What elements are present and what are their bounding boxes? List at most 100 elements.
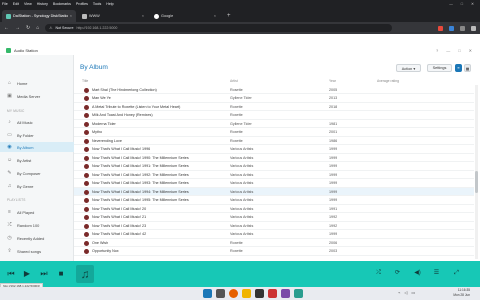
table-row[interactable]: Moderna Tider Gyllene Tider 1981: [74, 120, 474, 128]
table-row[interactable]: Now That's What I Call Music! 1995: The …: [74, 197, 474, 205]
menu-help[interactable]: Help: [106, 2, 113, 6]
sidebar-item-by-folder[interactable]: ▭ By Folder: [0, 130, 74, 140]
menu-profiles[interactable]: Profiles: [76, 2, 88, 6]
sidebar-item-home[interactable]: ⌂ Home: [0, 78, 74, 88]
table-row[interactable]: One Wish Roxette 2006: [74, 239, 474, 247]
close-app-icon[interactable]: ✕: [469, 48, 472, 53]
tab-google[interactable]: Google ×: [150, 10, 220, 22]
album-thumb-icon[interactable]: [84, 164, 89, 169]
column-header-rating[interactable]: Average rating: [377, 79, 399, 83]
action-button[interactable]: Action ▾: [396, 64, 421, 72]
help-icon[interactable]: ?: [436, 48, 438, 53]
menu-bookmarks[interactable]: Bookmarks: [53, 2, 71, 6]
table-row[interactable]: Now That's What I Call Music! 1996 Variou…: [74, 146, 474, 154]
fullscreen-icon[interactable]: ⤢: [452, 269, 461, 278]
settings-button[interactable]: Settings: [427, 64, 452, 72]
search-icon[interactable]: [216, 289, 225, 298]
shuffle-icon[interactable]: ⤮: [374, 269, 383, 278]
column-header-year[interactable]: Year: [329, 79, 336, 83]
sidebar-item-by-genre[interactable]: ♫ By Genre: [0, 181, 74, 191]
grid-view-icon[interactable]: ▦: [464, 64, 471, 72]
app-icon[interactable]: [268, 289, 277, 298]
terminal-icon[interactable]: [255, 289, 264, 298]
table-row[interactable]: Now That's What I Call Music! 1993: The …: [74, 180, 474, 188]
menu-tools[interactable]: Tools: [93, 2, 101, 6]
scrollbar-thumb[interactable]: [475, 171, 478, 193]
album-thumb-icon[interactable]: [84, 87, 89, 93]
album-thumb-icon[interactable]: [84, 249, 89, 254]
new-tab-button[interactable]: +: [222, 10, 236, 22]
firefox-icon[interactable]: [229, 289, 238, 298]
table-row[interactable]: Now That's What I Call Music! 21 Various …: [74, 214, 474, 222]
album-thumb-icon[interactable]: [84, 138, 89, 144]
volume-tray-icon[interactable]: ◁: [404, 290, 407, 295]
table-row[interactable]: Mytho Roxette 2001: [74, 129, 474, 137]
volume-icon[interactable]: ◀): [413, 269, 422, 278]
column-header-title[interactable]: Title: [82, 79, 88, 83]
minimize-icon[interactable]: —: [449, 2, 453, 6]
table-row[interactable]: Mart Shal (The Hindmerlong Collection) Ro…: [74, 86, 474, 94]
album-thumb-icon[interactable]: [84, 215, 89, 220]
sidebar-item-by-composer[interactable]: ✎ By Composer: [0, 168, 74, 178]
album-thumb-icon[interactable]: [84, 232, 89, 237]
album-thumb-icon[interactable]: [84, 240, 89, 246]
url-bar[interactable]: ⚠ Not Secure http://192.168.1.222:5000: [45, 24, 392, 32]
column-header-artist[interactable]: Artist: [230, 79, 238, 83]
sidebar-item-random-100[interactable]: ⤮ Random 100: [0, 220, 74, 230]
prev-icon[interactable]: ⏮: [6, 269, 16, 279]
sidebar-item-all-played[interactable]: ≡ All Played: [0, 207, 74, 217]
sidebar-item-media-server[interactable]: ▣ Media Server: [0, 91, 74, 101]
home-nav-icon[interactable]: ⌂: [36, 25, 39, 31]
network-icon[interactable]: ⌁: [398, 290, 400, 295]
table-row[interactable]: A Metal Tribute to Roxette (Listen to Yo…: [74, 103, 474, 111]
extension-icon[interactable]: [438, 25, 443, 31]
album-art-icon[interactable]: ♫: [76, 265, 94, 283]
files-icon[interactable]: [242, 289, 251, 298]
table-row[interactable]: Now That's What I Call Music! 1994: The …: [74, 188, 474, 196]
album-thumb-icon[interactable]: [84, 121, 89, 127]
list-view-icon[interactable]: ≡: [455, 64, 462, 72]
album-thumb-icon[interactable]: [84, 147, 89, 152]
album-thumb-icon[interactable]: [84, 189, 89, 195]
table-row[interactable]: Now That's What I Call Music! 1990: The …: [74, 154, 474, 162]
repeat-icon[interactable]: ⟳: [393, 269, 402, 278]
tab-synology[interactable]: DalStation - Synology DiskStation ×: [2, 10, 76, 22]
back-icon[interactable]: ←: [4, 25, 9, 31]
album-thumb-icon[interactable]: [84, 198, 89, 203]
close-window-icon[interactable]: ✕: [471, 2, 474, 6]
table-row[interactable]: Neverending Love Roxette 1986: [74, 137, 474, 145]
menu-file[interactable]: File: [2, 2, 8, 6]
close-tab-icon[interactable]: ×: [214, 14, 216, 18]
album-thumb-icon[interactable]: [84, 223, 89, 229]
table-row[interactable]: Now That's What I Call Music! 1992: The …: [74, 171, 474, 179]
forward-icon[interactable]: →: [15, 25, 20, 31]
album-thumb-icon[interactable]: [84, 206, 89, 212]
start-icon[interactable]: [203, 289, 212, 298]
battery-icon[interactable]: ▭: [412, 290, 416, 295]
stop-icon[interactable]: ■: [56, 269, 66, 279]
table-row[interactable]: Now That's What I Call Music! 1991: The …: [74, 163, 474, 171]
menu-history[interactable]: History: [37, 2, 48, 6]
extension-icon[interactable]: [460, 25, 465, 31]
table-row[interactable]: Now That's What I Call Music! 20 Various …: [74, 205, 474, 213]
album-thumb-icon[interactable]: [84, 181, 89, 186]
table-row[interactable]: Now That's What I Call Music! 23 Various …: [74, 222, 474, 230]
tab-www[interactable]: WWW ×: [78, 10, 148, 22]
sidebar-item-by-album[interactable]: ◉ By Album: [0, 142, 74, 152]
next-icon[interactable]: ⏭: [39, 269, 49, 279]
album-thumb-icon[interactable]: [84, 104, 89, 110]
maximize-icon[interactable]: □: [461, 2, 463, 6]
reload-icon[interactable]: ↻: [26, 25, 30, 31]
scrollbar[interactable]: [475, 85, 478, 259]
sidebar-item-by-artist[interactable]: ☺ By Artist: [0, 155, 74, 165]
album-thumb-icon[interactable]: [84, 172, 89, 178]
extension-icon[interactable]: [449, 25, 454, 31]
menu-icon[interactable]: [471, 25, 476, 31]
close-tab-icon[interactable]: ×: [142, 14, 144, 18]
table-row[interactable]: Man We Ye Gyllene Tider 2013: [74, 95, 474, 103]
clock[interactable]: 11:16:35 Mon 28 Jun: [453, 288, 470, 298]
app-icon[interactable]: [281, 289, 290, 298]
album-thumb-icon[interactable]: [84, 130, 89, 135]
list-icon[interactable]: ☰: [432, 269, 441, 278]
album-thumb-icon[interactable]: [84, 96, 89, 101]
